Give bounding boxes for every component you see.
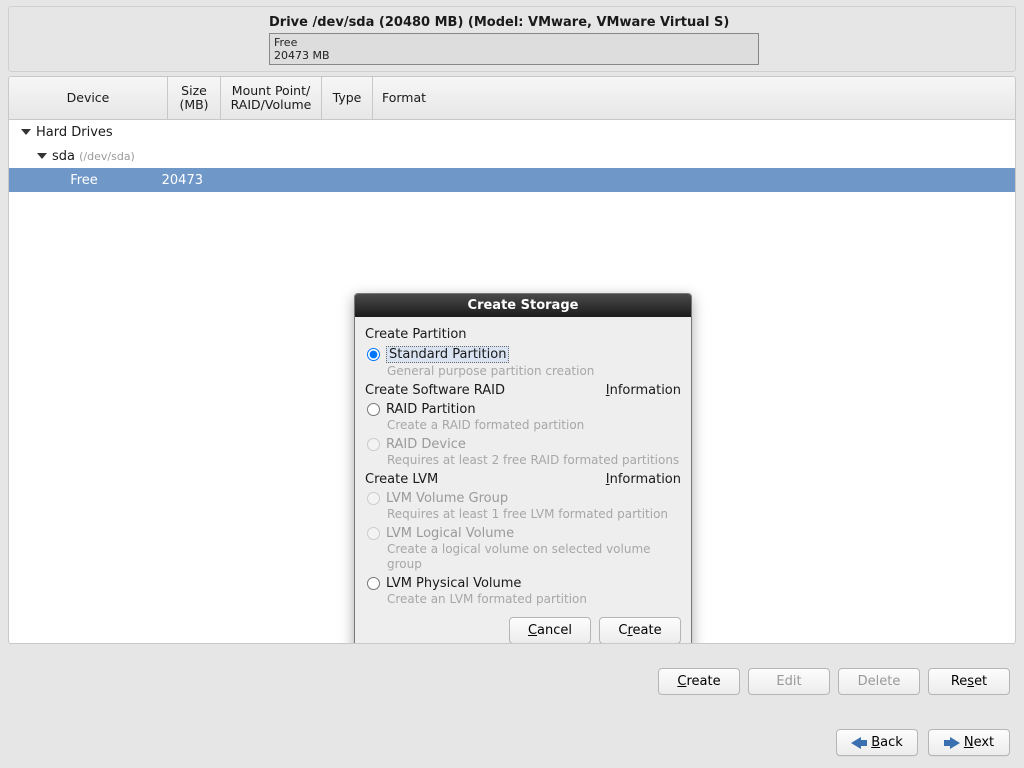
- expand-icon[interactable]: [37, 153, 47, 159]
- hint-lvm-vg: Requires at least 1 free LVM formated pa…: [365, 507, 681, 522]
- opt-lvm-logical-volume: LVM Logical Volume: [365, 526, 681, 541]
- drive-visual-block[interactable]: Free 20473 MB: [269, 33, 759, 65]
- label-raid-partition: RAID Partition: [386, 402, 476, 417]
- drive-header: Drive /dev/sda (20480 MB) (Model: VMware…: [8, 6, 1016, 72]
- edit-button: Edit: [748, 668, 830, 695]
- drive-block-label: Free: [274, 36, 754, 49]
- opt-lvm-volume-group: LVM Volume Group: [365, 491, 681, 506]
- create-button[interactable]: Create: [658, 668, 740, 695]
- nav-row: Back Next: [0, 729, 1024, 756]
- arrow-right-icon: [944, 737, 960, 749]
- next-button[interactable]: Next: [928, 729, 1010, 756]
- dialog-title: Create Storage: [355, 294, 691, 317]
- opt-standard-partition[interactable]: Standard Partition: [365, 346, 681, 363]
- table-header: Device Size (MB) Mount Point/ RAID/Volum…: [9, 77, 1015, 120]
- radio-raid-device: [367, 438, 380, 451]
- radio-raid-partition[interactable]: [367, 403, 380, 416]
- col-size[interactable]: Size (MB): [168, 77, 221, 119]
- action-row: Create Edit Delete Reset: [0, 668, 1024, 695]
- section-create-lvm: Create LVM: [365, 472, 438, 487]
- create-storage-dialog: Create Storage Create Partition Standard…: [354, 293, 692, 644]
- drive-title: Drive /dev/sda (20480 MB) (Model: VMware…: [269, 15, 1005, 30]
- free-label: Free: [9, 173, 159, 188]
- col-type[interactable]: Type: [322, 77, 373, 119]
- tree-disk-row[interactable]: sda (/dev/sda): [9, 144, 1015, 168]
- hint-lvm-pv: Create an LVM formated partition: [365, 592, 681, 607]
- delete-button: Delete: [838, 668, 920, 695]
- partition-table: Device Size (MB) Mount Point/ RAID/Volum…: [8, 76, 1016, 644]
- tree-free-row[interactable]: Free 20473: [9, 168, 1015, 192]
- hint-lvm-lv: Create a logical volume on selected volu…: [365, 542, 681, 572]
- drive-block-size: 20473 MB: [274, 49, 754, 62]
- expand-icon[interactable]: [21, 129, 31, 135]
- tree-root-label: Hard Drives: [36, 125, 113, 140]
- label-lvm-vg: LVM Volume Group: [386, 491, 508, 506]
- free-size: 20473: [159, 173, 205, 188]
- dialog-cancel-button[interactable]: Cancel: [509, 617, 591, 644]
- hint-standard-partition: General purpose partition creation: [365, 364, 681, 379]
- raid-information-link[interactable]: Information: [606, 383, 681, 398]
- opt-raid-partition[interactable]: RAID Partition: [365, 402, 681, 417]
- disk-name: sda: [52, 149, 75, 164]
- lvm-information-link[interactable]: Information: [606, 472, 681, 487]
- label-raid-device: RAID Device: [386, 437, 466, 452]
- section-create-partition: Create Partition: [365, 327, 681, 342]
- opt-lvm-physical-volume[interactable]: LVM Physical Volume: [365, 576, 681, 591]
- tree-root-row[interactable]: Hard Drives: [9, 120, 1015, 144]
- col-mount[interactable]: Mount Point/ RAID/Volume: [221, 77, 322, 119]
- section-software-raid: Create Software RAID: [365, 383, 505, 398]
- radio-standard-partition[interactable]: [367, 348, 380, 361]
- col-device[interactable]: Device: [9, 77, 168, 119]
- hint-raid-device: Requires at least 2 free RAID formated p…: [365, 453, 681, 468]
- dialog-create-button[interactable]: Create: [599, 617, 681, 644]
- reset-button[interactable]: Reset: [928, 668, 1010, 695]
- label-standard-partition: Standard Partition: [386, 346, 509, 363]
- radio-lvm-vg: [367, 492, 380, 505]
- arrow-left-icon: [851, 737, 867, 749]
- radio-lvm-lv: [367, 527, 380, 540]
- back-button[interactable]: Back: [836, 729, 918, 756]
- label-lvm-pv: LVM Physical Volume: [386, 576, 521, 591]
- radio-lvm-pv[interactable]: [367, 577, 380, 590]
- disk-path: (/dev/sda): [79, 150, 135, 163]
- opt-raid-device: RAID Device: [365, 437, 681, 452]
- col-format[interactable]: Format: [373, 77, 435, 119]
- hint-raid-partition: Create a RAID formated partition: [365, 418, 681, 433]
- label-lvm-lv: LVM Logical Volume: [386, 526, 514, 541]
